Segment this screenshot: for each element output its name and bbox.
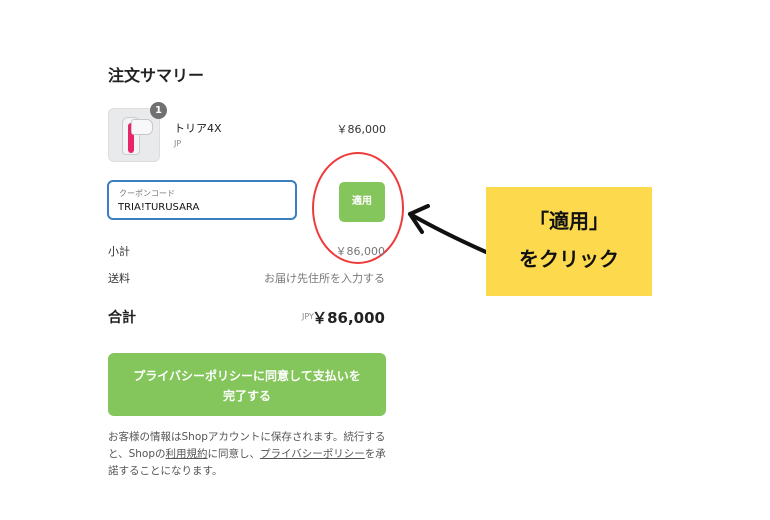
shipping-label: 送料	[108, 272, 130, 285]
instruction-callout: 「適用」 をクリック	[486, 187, 652, 296]
total-label: 合計	[108, 310, 136, 326]
callout-line2: をクリック	[519, 247, 619, 271]
terms-link[interactable]: 利用規約	[166, 448, 208, 460]
page-title: 注文サマリー	[108, 66, 205, 85]
legal-text-2: に同意し、	[207, 448, 261, 460]
pointer-arrow-icon	[408, 204, 488, 254]
shipping-value: お届け先住所を入力する	[264, 272, 385, 285]
product-variant: JP	[174, 139, 182, 148]
product-thumbnail: 1	[108, 102, 167, 162]
total-value: ￥86,000	[312, 309, 385, 327]
privacy-policy-link[interactable]: プライバシーポリシー	[260, 448, 365, 460]
pay-now-button[interactable]: プライバシーポリシーに同意して支払いを 完了する	[108, 353, 386, 416]
device-head-shape	[131, 119, 153, 135]
callout-line1: 「適用」	[529, 209, 609, 233]
coupon-code-label: クーポンコード	[119, 189, 175, 198]
coupon-code-value[interactable]: TRIA!TURUSARA	[118, 202, 199, 213]
product-price: ￥86,000	[336, 123, 387, 136]
legal-notice: お客様の情報はShopアカウントに保存されます。続行すると、Shopの利用規約に…	[108, 429, 388, 480]
pay-button-line2: 完了する	[222, 389, 271, 403]
coupon-code-input[interactable]: クーポンコード TRIA!TURUSARA	[107, 180, 297, 220]
subtotal-value: ￥86,000	[335, 245, 386, 258]
pay-button-line1: プライバシーポリシーに同意して支払いを	[133, 369, 361, 383]
product-name: トリア4X	[174, 122, 222, 135]
subtotal-label: 小計	[108, 245, 130, 258]
quantity-badge: 1	[150, 102, 167, 119]
